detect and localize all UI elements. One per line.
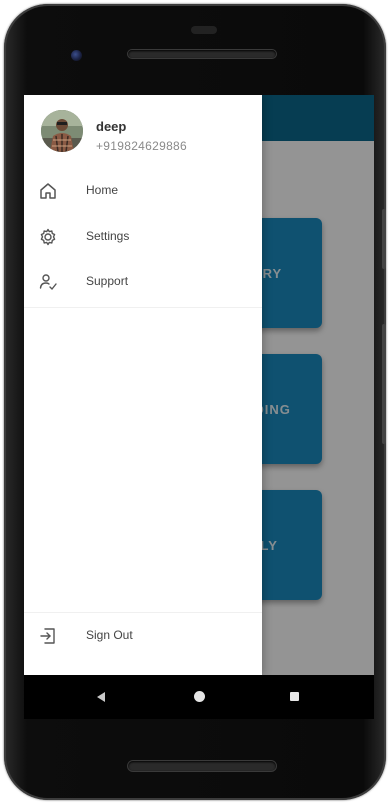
menu-item-settings[interactable]: Settings bbox=[24, 217, 262, 257]
user-phone: +919824629886 bbox=[96, 139, 187, 153]
menu-item-home[interactable]: Home bbox=[24, 171, 262, 211]
app-screen: LERY DDING MILY deep +919824629886 bbox=[24, 95, 374, 675]
power-button bbox=[382, 209, 386, 269]
sign-out-label: Sign Out bbox=[86, 628, 133, 642]
menu-item-settings-label: Settings bbox=[86, 229, 130, 243]
sign-out-button[interactable]: Sign Out bbox=[24, 616, 262, 656]
proximity-sensor bbox=[191, 26, 217, 34]
sign-out-icon bbox=[38, 626, 58, 646]
back-icon[interactable] bbox=[97, 692, 105, 702]
home-circle-icon[interactable] bbox=[194, 691, 205, 702]
user-name: deep bbox=[96, 119, 127, 134]
menu-divider bbox=[24, 307, 262, 308]
earpiece-speaker bbox=[128, 50, 276, 58]
avatar[interactable] bbox=[41, 110, 83, 152]
menu-item-support[interactable]: Support bbox=[24, 262, 262, 302]
home-icon bbox=[38, 181, 58, 201]
user-check-icon bbox=[38, 272, 58, 292]
system-nav-bar bbox=[24, 675, 374, 719]
navigation-drawer: deep +919824629886 Home Settings Support… bbox=[24, 95, 262, 675]
volume-button bbox=[382, 324, 386, 444]
front-camera bbox=[71, 50, 82, 61]
bottom-speaker bbox=[128, 761, 276, 771]
menu-item-support-label: Support bbox=[86, 274, 129, 288]
gear-icon bbox=[38, 227, 58, 247]
menu-item-home-label: Home bbox=[86, 183, 119, 197]
footer-divider bbox=[24, 612, 262, 613]
recents-icon[interactable] bbox=[290, 692, 299, 701]
